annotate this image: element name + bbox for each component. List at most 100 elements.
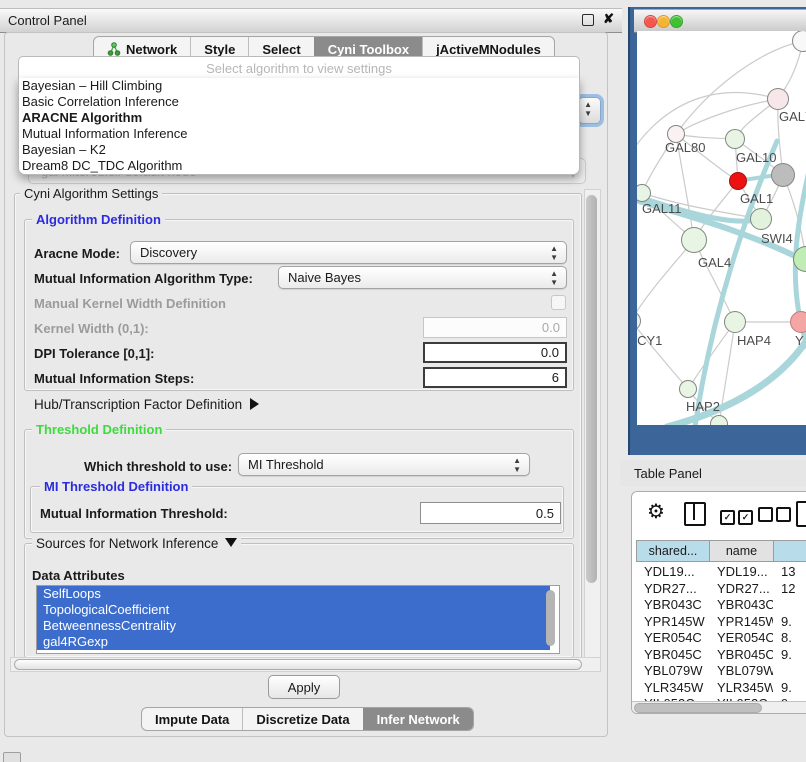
mi-steps-field[interactable]: 6 [423,367,567,388]
cell: YBR043C [709,597,773,612]
table-row[interactable]: YER054C YER054C 8. [636,630,806,645]
algorithm-prompt: Select algorithm to view settings [206,61,392,76]
tab-impute-data[interactable]: Impute Data [142,708,242,730]
mi-type-combobox[interactable]: Naive Bayes ▲▼ [278,266,567,289]
kernel-width-label: Kernel Width (0,1): [34,321,149,336]
hub-definition-section[interactable]: Hub/Transcription Factor Definition [34,397,259,412]
hub-definition-label: Hub/Transcription Factor Definition [34,397,242,412]
document-icon[interactable] [796,501,806,527]
tab-cyni-toolbox-label: Cyni Toolbox [328,42,409,57]
network-node[interactable] [729,172,747,190]
settings-vscrollbar-track[interactable] [584,189,601,659]
network-node[interactable] [771,163,795,187]
mi-threshold-field[interactable]: 0.5 [420,502,561,524]
tab-discretize-data-label: Discretize Data [256,712,349,727]
table-row[interactable]: YDL19... YDL19... 13 [636,564,806,579]
docked-panel-icon[interactable] [3,752,21,762]
settings-hscrollbar-thumb[interactable] [14,659,582,670]
column-header-name-label: name [726,544,757,558]
node-label: Y [795,333,804,348]
which-threshold-combobox[interactable]: MI Threshold ▲▼ [238,453,530,476]
data-attributes-list: SelfLoops TopologicalCoefficient Between… [36,585,560,654]
column-header-third[interactable] [773,540,806,562]
table-row[interactable]: YLR345W YLR345W 9. [636,680,806,695]
tab-discretize-data[interactable]: Discretize Data [242,708,362,730]
node-label: GAL80 [665,140,705,155]
network-node[interactable] [679,380,697,398]
network-node[interactable] [724,311,746,333]
table-panel-title: Table Panel [634,466,702,481]
close-traffic-icon[interactable] [644,15,657,28]
close-icon[interactable]: ✘ [603,11,614,27]
table-row[interactable]: YBL079W YBL079W [636,663,806,678]
cell: YER054C [709,630,773,645]
table-row[interactable]: YPR145W YPR145W 9. [636,614,806,629]
attribute-item-selected[interactable]: TopologicalCoefficient [37,602,550,618]
network-node[interactable] [725,129,745,149]
aracne-mode-combobox[interactable]: Discovery ▲▼ [130,241,567,264]
list-scrollbar[interactable] [546,590,555,646]
deselect-all-checkboxes-icon[interactable] [758,507,791,527]
algorithm-option[interactable]: Basic Correlation Inference [19,94,579,110]
mi-steps-label: Mutual Information Steps: [34,371,194,386]
column-header-shared[interactable]: shared... [636,540,710,562]
dpi-tolerance-label: DPI Tolerance [0,1]: [34,346,154,361]
split-columns-icon[interactable] [684,502,706,526]
float-icon[interactable] [582,14,594,26]
table-row[interactable]: YDR27... YDR27... 12 [636,581,806,596]
attribute-item-selected[interactable]: BetweennessCentrality [37,618,550,634]
column-header-name[interactable]: name [709,540,774,562]
table-hscrollbar-thumb[interactable] [634,703,762,713]
expand-right-icon[interactable] [250,398,259,410]
cell: YLR345W [636,680,709,695]
combo-arrows-icon: ▲▼ [513,456,521,474]
cell: YPR145W [709,614,773,629]
table-row[interactable]: YBR045C YBR045C 9. [636,647,806,662]
node-label: HAP2 [686,399,720,414]
algorithm-option[interactable]: Dream8 DC_TDC Algorithm [19,158,579,174]
table-row[interactable]: YBR043C YBR043C [636,597,806,612]
mi-steps-value: 6 [552,370,559,385]
cell: 8. [773,630,806,645]
select-all-checkboxes-icon[interactable]: ✓✓ [720,507,753,525]
inference-algorithm-combobox-fragment[interactable]: ▲▼ [578,97,601,124]
network-node[interactable] [681,227,707,253]
mi-threshold-value: 0.5 [536,506,554,521]
cyni-algorithm-settings-title: Cyni Algorithm Settings [20,186,162,201]
manual-kernel-checkbox[interactable] [551,295,566,310]
algorithm-option[interactable]: Bayesian – Hill Climbing [19,78,579,94]
algorithm-combobox[interactable]: Select algorithm to view settings [18,56,580,79]
settings-vscrollbar-thumb[interactable] [586,195,597,583]
cell: YDL19... [709,564,773,579]
cell [773,597,806,612]
zoom-traffic-icon[interactable] [670,15,683,28]
network-node[interactable] [790,311,806,333]
network-node[interactable] [750,208,772,230]
cell: YPR145W [636,614,709,629]
node-label: HAP4 [737,333,771,348]
network-node[interactable] [767,88,789,110]
algorithm-option[interactable]: Bayesian – K2 [19,142,579,158]
network-window-titlebar[interactable] [634,9,806,33]
attribute-item-selected[interactable]: SelfLoops [37,586,550,602]
threshold-definition-title: Threshold Definition [32,422,166,437]
settings-hscrollbar-track[interactable] [10,657,601,672]
combo-arrows-icon: ▲▼ [550,269,558,287]
cell: YBR045C [709,647,773,662]
dpi-tolerance-field[interactable]: 0.0 [423,342,567,363]
sources-title-row[interactable]: Sources for Network Inference [32,536,241,551]
minimize-traffic-icon[interactable] [657,15,670,28]
kernel-width-field[interactable]: 0.0 [423,317,567,338]
network-canvas[interactable]: GAL7 GAL80 GAL10 GAL1 GAL11 SWI4 GAL4 GC… [637,31,806,425]
algorithm-dropdown-list: Bayesian – Hill Climbing Basic Correlati… [18,78,580,175]
tab-network-label: Network [126,42,177,57]
collapse-down-icon[interactable] [225,538,237,547]
aracne-mode-value: Discovery [140,245,197,260]
gear-icon[interactable]: ⚙ [647,499,665,524]
algorithm-option[interactable]: Mutual Information Inference [19,126,579,142]
tab-infer-network[interactable]: Infer Network [363,708,473,730]
attribute-item-selected[interactable]: gal4RGexp [37,634,550,650]
apply-button[interactable]: Apply [268,675,340,699]
algorithm-option-selected[interactable]: ARACNE Algorithm [19,110,579,126]
table-hscrollbar-track[interactable] [632,701,806,714]
